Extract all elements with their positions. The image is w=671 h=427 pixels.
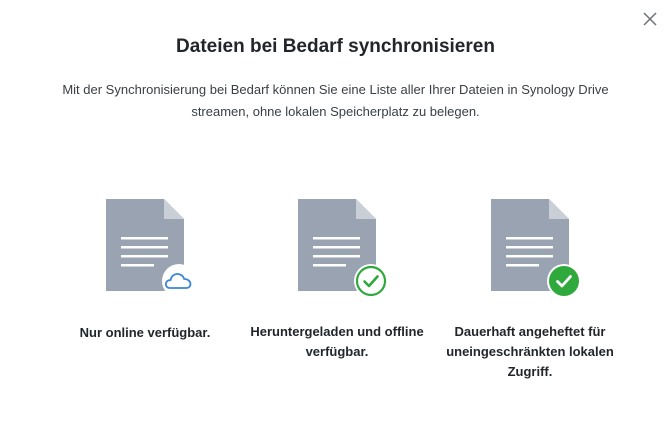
check-filled-icon	[547, 264, 581, 298]
option-online-only: Nur online verfügbar.	[55, 196, 235, 343]
sync-on-demand-dialog: Dateien bei Bedarf synchronisieren Mit d…	[0, 0, 671, 427]
document-graphic	[247, 196, 427, 301]
cloud-icon	[162, 264, 196, 298]
option-always-available: Dauerhaft angeheftet für uneingeschränkt…	[440, 196, 620, 382]
check-outline-icon	[354, 264, 388, 298]
dialog-description: Mit der Synchronisierung bei Bedarf könn…	[62, 82, 609, 119]
option-label: Nur online verfügbar.	[79, 325, 211, 340]
close-button[interactable]	[641, 10, 659, 28]
sync-options: Nur online verfügbar. Heruntergeladen un…	[0, 196, 671, 396]
option-label: Dauerhaft angeheftet für uneingeschränkt…	[446, 324, 614, 379]
document-graphic	[55, 196, 235, 301]
option-label: Heruntergeladen und offline verfügbar.	[250, 324, 424, 359]
option-offline-available: Heruntergeladen und offline verfügbar.	[247, 196, 427, 362]
document-graphic	[440, 196, 620, 301]
close-icon	[643, 12, 657, 26]
dialog-title: Dateien bei Bedarf synchronisieren	[176, 36, 495, 57]
